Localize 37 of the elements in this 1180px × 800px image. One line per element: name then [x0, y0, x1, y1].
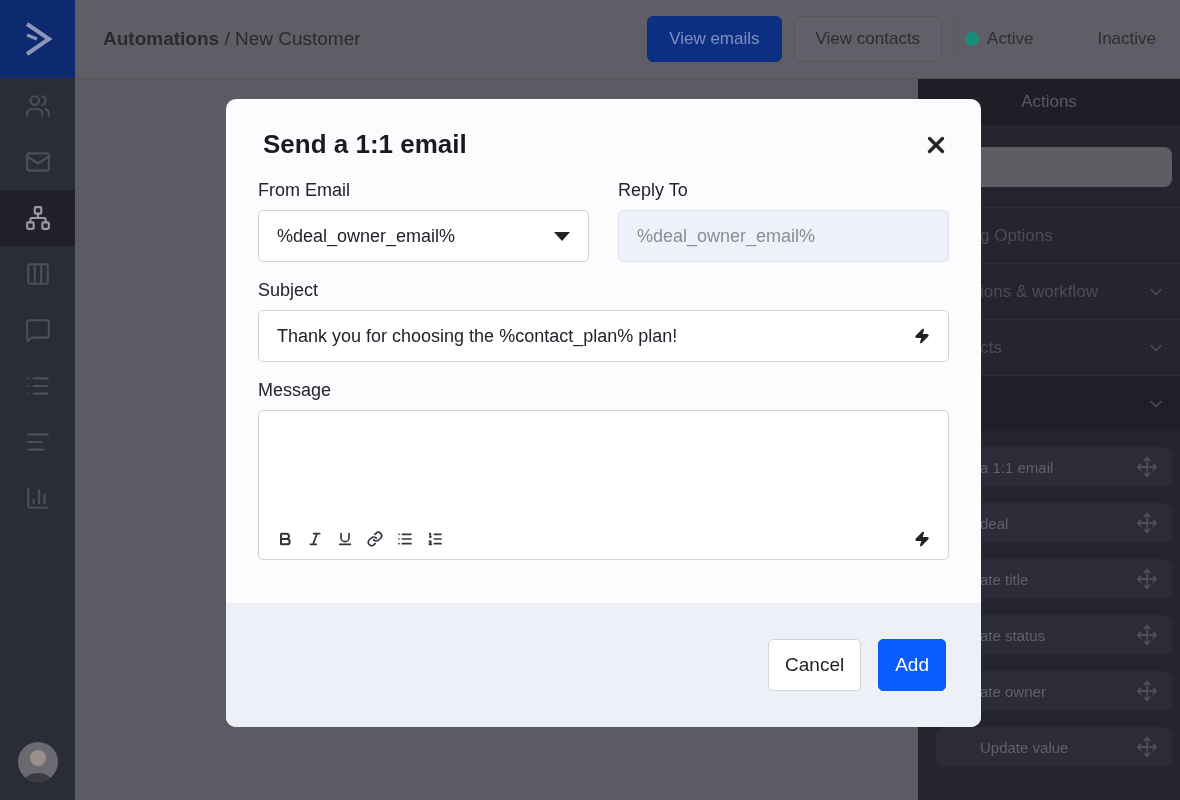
people-icon [24, 93, 51, 119]
field-label: Subject [258, 280, 320, 301]
view-button[interactable]: View emails [647, 16, 782, 62]
bold-icon[interactable] [277, 531, 293, 547]
link-icon[interactable] [367, 531, 383, 547]
field-label: Reply To [618, 180, 689, 201]
caret-icon [554, 231, 570, 241]
message-field[interactable] [258, 410, 949, 560]
drag-handle-icon[interactable] [1136, 456, 1158, 478]
underline-icon[interactable] [337, 531, 353, 547]
add-button[interactable]: Add [878, 639, 946, 691]
chat-icon [24, 317, 51, 343]
field-label: Message [258, 380, 333, 401]
from-email-select[interactable]: %deal_owner_email% [258, 210, 589, 262]
flowchart-icon [24, 205, 51, 231]
status-dot [965, 32, 980, 46]
from-email-input[interactable]: %deal_owner_email% [277, 225, 554, 247]
drag-handle-icon[interactable] [1136, 736, 1158, 758]
field-label: From Email [258, 180, 351, 201]
cancel-button[interactable]: Cancel [768, 639, 862, 691]
drag-handle-icon[interactable] [1136, 680, 1158, 702]
drag-handle-icon[interactable] [1136, 624, 1158, 646]
avatar[interactable] [17, 742, 58, 782]
subject-field[interactable]: Thank you for choosing the %contact_plan% plan! [258, 310, 949, 362]
sidebar-item[interactable] [0, 190, 75, 246]
lightning-icon[interactable] [914, 328, 930, 344]
lightning-icon[interactable] [914, 531, 930, 547]
numbered-list-icon[interactable] [427, 531, 443, 547]
drag-handle-icon[interactable] [1136, 568, 1158, 590]
dialog-title: Send a 1:1 email [263, 129, 467, 160]
columns-icon [24, 261, 51, 287]
bar-chart-icon [24, 485, 51, 511]
subject-input[interactable]: Thank you for choosing the %contact_plan% plan! [277, 325, 914, 347]
bullet-list-icon[interactable] [397, 531, 413, 547]
envelope-icon [24, 149, 51, 175]
italic-icon[interactable] [307, 531, 323, 547]
drag-handle-icon[interactable] [1136, 512, 1158, 534]
